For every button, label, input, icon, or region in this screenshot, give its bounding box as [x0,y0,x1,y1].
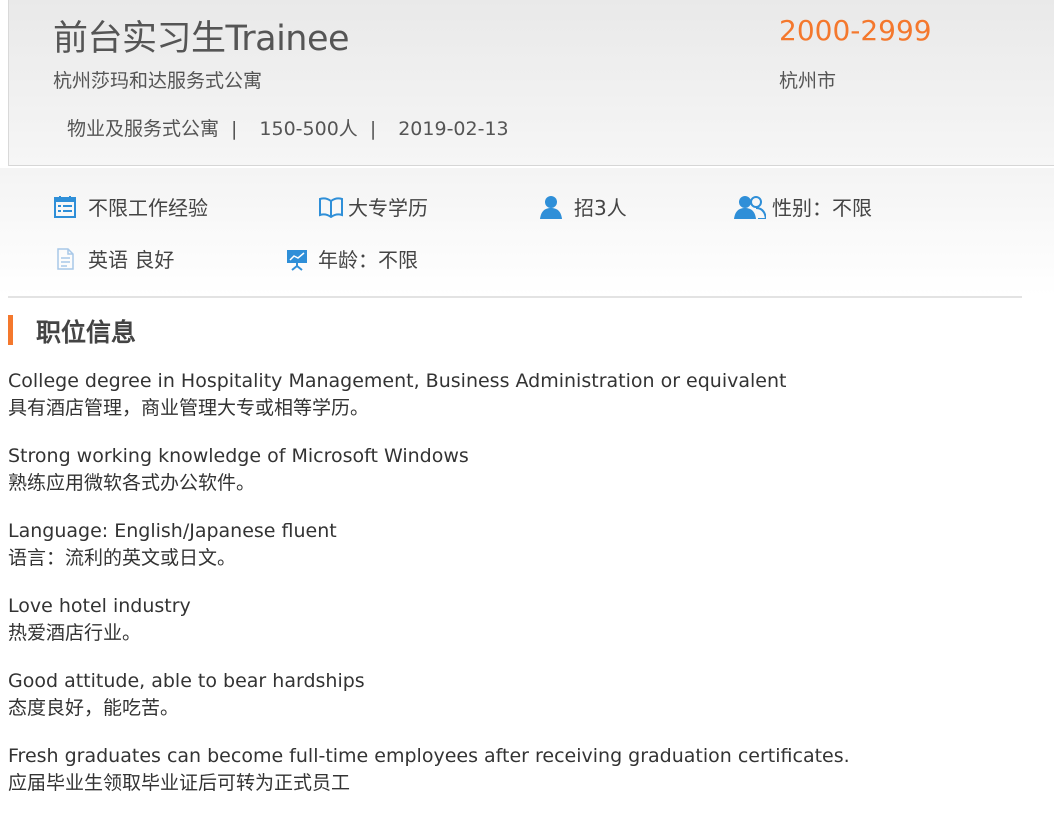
job-title: 前台实习生Trainee [53,19,350,59]
requirement-age: 年龄：不限 [284,244,418,273]
description-en: Fresh graduates can become full-time emp… [8,745,850,767]
city: 杭州市 [779,70,837,92]
company-name[interactable]: 杭州莎玛和达服务式公寓 [53,66,262,93]
requirement-headcount: 招3人 [538,192,627,221]
description-zh: 熟练应用微软各式办公软件。 [8,472,256,494]
description-zh: 态度良好，能吃苦。 [8,697,180,719]
description-zh: 具有酒店管理，商业管理大专或相等学历。 [8,397,370,419]
gender-label: 性别：不限 [772,196,872,220]
age-label: 年龄：不限 [318,248,418,272]
description-item: Love hotel industry 热爱酒店行业。 [8,593,1038,647]
meta-separator: | [369,118,377,140]
requirement-education: 大专学历 [318,192,428,221]
language-label: 英语 良好 [88,248,175,272]
requirement-language: 英语 良好 [52,244,174,273]
description-item: Fresh graduates can become full-time emp… [8,743,1038,797]
description-en: Good attitude, able to bear hardships [8,670,365,692]
description-zh: 应届毕业生领取毕业证后可转为正式员工 [8,772,351,794]
description-item: Good attitude, able to bear hardships 态度… [8,668,1038,722]
job-header: 前台实习生Trainee 杭州莎玛和达服务式公寓 物业及服务式公寓 | 150-50… [8,0,1054,166]
section-title: 职位信息 [36,318,137,347]
description-en: Strong working knowledge of Microsoft Wi… [8,445,469,467]
calendar-list-icon [52,195,78,219]
description-en: Love hotel industry [8,595,191,617]
post-date: 2019-02-13 [398,118,509,140]
open-book-icon [318,195,344,219]
description-item: Language: English/Japanese fluent 语言：流利的… [8,518,1038,572]
description-item: College degree in Hospitality Management… [8,368,1038,422]
headcount-label: 招3人 [574,196,627,220]
company-size: 150-500人 [259,118,358,140]
job-description: College degree in Hospitality Management… [8,368,1038,818]
description-item: Strong working knowledge of Microsoft Wi… [8,443,1038,497]
section-accent-bar [8,315,13,345]
presentation-board-icon [284,247,310,271]
people-icon [734,195,766,219]
company-meta: 物业及服务式公寓 | 150-500人 | 2019-02-13 [67,114,509,141]
meta-separator: | [231,118,238,140]
description-en: Language: English/Japanese fluent [8,520,337,542]
description-zh: 热爱酒店行业。 [8,622,142,644]
person-icon [538,195,564,219]
salary: 2000-2999 [779,14,932,47]
divider [8,296,1022,298]
job-requirements: 不限工作经验 大专学历 招3人 性别：不限 英语 良好 年龄：不限 [0,168,1054,296]
document-icon [52,247,78,271]
description-zh: 语言：流利的英文或日文。 [8,547,237,569]
education-label: 大专学历 [348,196,428,220]
description-en: College degree in Hospitality Management… [8,370,787,392]
industry: 物业及服务式公寓 [67,118,220,140]
requirement-gender: 性别：不限 [734,192,872,221]
requirement-experience: 不限工作经验 [52,192,208,221]
experience-label: 不限工作经验 [88,196,208,220]
